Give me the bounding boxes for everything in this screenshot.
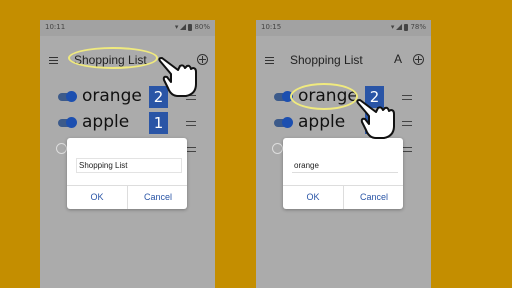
item-name[interactable]: apple (82, 112, 129, 132)
rename-dialog: OK Cancel (67, 138, 187, 209)
toolbar: Shopping List A (256, 36, 431, 80)
signal-icon (180, 24, 187, 30)
status-icons: ▾ 78% (391, 23, 426, 31)
drag-handle-icon[interactable] (186, 147, 196, 152)
menu-icon[interactable] (265, 57, 274, 64)
pointing-hand-icon (158, 57, 197, 97)
list-title[interactable]: Shopping List (290, 53, 363, 67)
wifi-icon: ▾ (390, 23, 395, 31)
phone-screen-left: 10:11 ▾ 80% Shopping List orange 2 apple… (40, 20, 215, 288)
status-time: 10:15 (261, 23, 282, 31)
item-toggle[interactable] (58, 91, 77, 102)
battery-icon (188, 23, 193, 31)
item-name[interactable]: apple (298, 112, 345, 132)
phone-screen-right: 10:15 ▾ 78% Shopping List A orange 2 app… (256, 20, 431, 288)
drag-handle-icon[interactable] (186, 121, 196, 126)
title-input[interactable] (76, 158, 182, 173)
status-bar: 10:15 ▾ 78% (256, 20, 431, 36)
pointing-hand-icon (356, 99, 395, 139)
cancel-button[interactable]: Cancel (344, 185, 404, 209)
battery-icon (404, 23, 409, 31)
item-highlight (290, 83, 358, 110)
cancel-button[interactable]: Cancel (128, 185, 188, 209)
wifi-icon: ▾ (174, 23, 179, 31)
list-item[interactable]: apple 1 (40, 112, 215, 136)
status-time: 10:11 (45, 23, 66, 31)
item-quantity[interactable]: 1 (149, 112, 168, 134)
ok-button[interactable]: OK (283, 185, 343, 209)
battery-percent: 80% (194, 23, 210, 31)
title-highlight (68, 47, 158, 69)
menu-icon[interactable] (49, 57, 58, 64)
status-bar: 10:11 ▾ 80% (40, 20, 215, 36)
ok-button[interactable]: OK (67, 185, 127, 209)
sort-button[interactable]: A (394, 52, 402, 66)
item-toggle[interactable] (58, 117, 77, 128)
drag-handle-icon[interactable] (402, 95, 412, 100)
list-item[interactable]: apple 1 (256, 112, 431, 136)
item-name[interactable]: orange (82, 86, 142, 106)
battery-percent: 78% (410, 23, 426, 31)
drag-handle-icon[interactable] (402, 121, 412, 126)
add-circle-icon[interactable] (413, 54, 424, 65)
status-icons: ▾ 80% (175, 23, 210, 31)
drag-handle-icon[interactable] (402, 147, 412, 152)
rename-dialog: OK Cancel (283, 138, 403, 209)
signal-icon (396, 24, 403, 30)
item-toggle[interactable] (274, 91, 293, 102)
item-name-input[interactable] (292, 158, 398, 173)
item-toggle[interactable] (274, 117, 293, 128)
